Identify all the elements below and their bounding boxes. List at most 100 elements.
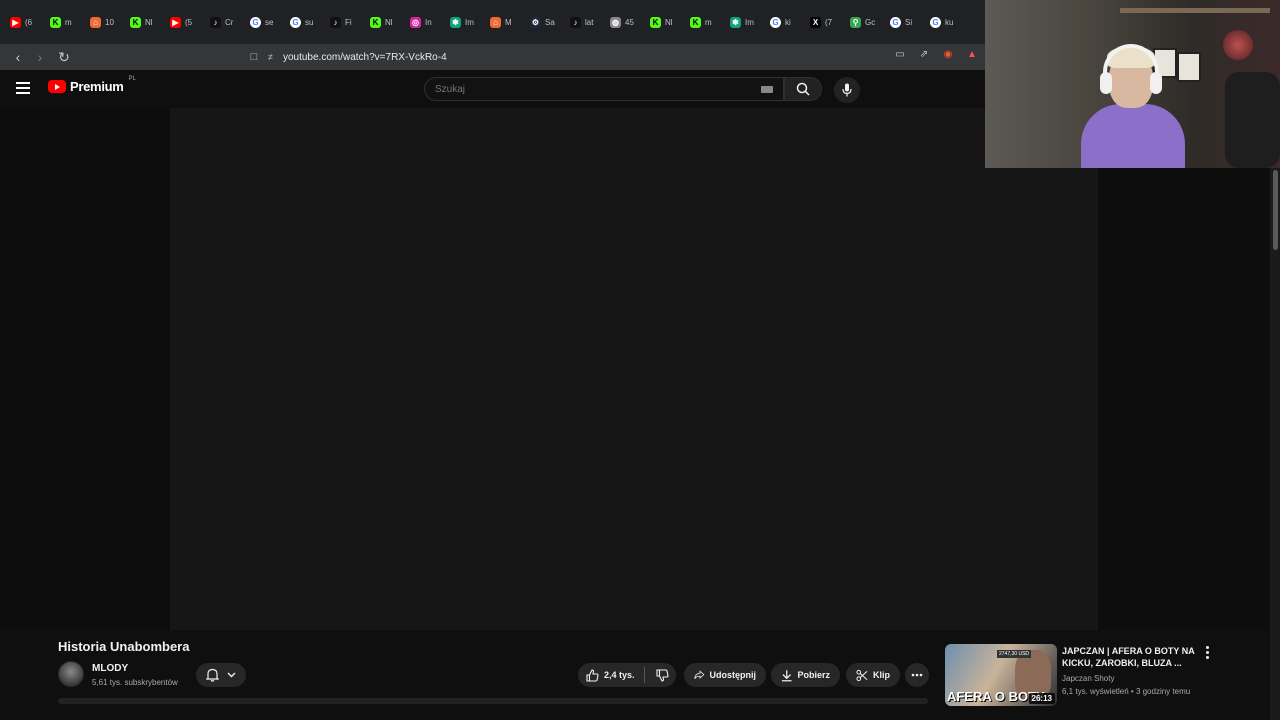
kick-icon: K [650,16,661,28]
recommended-video-thumbnail[interactable]: 2747,30 USD AFERA O BOTY 26:13 [945,644,1057,706]
clip-button[interactable]: Klip [846,663,900,687]
browser-tab-strip: ▶ (6 Km ⌂ 10 K Nl ▶ (5 ♪ Cr Gse Gsu ♪ Fi K Nl ◎ In ✱ Im ⌂ M ⚙ Sa… [0,0,985,44]
menu-icon[interactable] [16,82,32,96]
browser-tab[interactable]: ✱ Im [724,7,764,37]
webcam-shelf [1120,8,1270,13]
browser-tab[interactable]: ◎ In [404,7,444,37]
browser-tab[interactable]: K Nl [364,7,404,37]
browser-tab[interactable]: K Nl [124,7,164,37]
x-icon: X [810,16,821,28]
country-code: PL [128,75,136,82]
search-input[interactable] [435,83,735,95]
globe-icon: ◍ [610,16,621,28]
site-settings-icon[interactable]: ≠ [268,52,273,62]
browser-tab[interactable]: ♪ Fi [324,7,364,37]
browser-tab[interactable]: ⌂ M [484,7,524,37]
tiktok-icon: ♪ [570,16,581,28]
like-button[interactable]: 2,4 tys. [586,668,635,682]
browser-tab[interactable]: K Nl [644,7,684,37]
url-text: youtube.com/watch?v=7RX-VckRo-4 [282,51,447,63]
share-page-icon[interactable]: ⇗ [917,47,931,61]
logo-text: Premium [70,79,124,94]
browser-tab[interactable]: ▶ (6 [4,7,44,37]
browser-tab-label: m [705,17,712,27]
webcam-chair [1225,72,1280,168]
channel-avatar[interactable] [58,661,84,687]
browser-tab-label: ki [785,17,791,27]
reload-icon[interactable]: ↻ [54,47,74,67]
browser-tab[interactable]: Gsu [284,7,324,37]
browser-tab[interactable]: ♪ Cr [204,7,244,37]
youtube-icon: ▶ [170,16,181,28]
kick-icon: K [370,16,381,28]
google-icon: G [290,16,301,28]
thumbs-up-icon [586,668,599,682]
clip-label: Klip [873,670,890,680]
browser-tab[interactable]: Km [44,7,84,37]
search-button[interactable] [784,77,822,101]
video-details: Historia Unabombera MLODY 5,61 tys. subs… [0,630,1270,720]
address-bar-actions: ▭ ⇗ ◉ ▲ [893,47,979,61]
url-field[interactable]: ≠ youtube.com/watch?v=7RX-VckRo-4 [268,47,983,67]
browser-address-bar: ‹ › ↻ □ ≠ youtube.com/watch?v=7RX-VckRo-… [0,44,985,70]
browser-tab[interactable]: Gse [244,7,284,37]
description-box-edge [58,698,928,704]
browser-tab-label: Si [905,17,913,27]
browser-tab[interactable]: ⚙ Sa [524,7,564,37]
back-icon[interactable]: ‹ [8,47,28,67]
recommended-video[interactable]: 2747,30 USD AFERA O BOTY 26:13 JAPCZAN |… [945,644,1265,720]
chatgpt-icon: ✱ [450,16,461,28]
browser-tab[interactable]: Km [684,7,724,37]
thumbnail-price: 2747,30 USD [997,650,1032,658]
brave-rewards-icon[interactable]: ▲ [965,47,979,61]
browser-tab[interactable]: ▶ (5 [164,7,204,37]
forward-icon[interactable]: › [30,47,50,67]
video-frame[interactable] [170,108,1098,630]
browser-tab[interactable]: Gki [764,7,804,37]
browser-tab[interactable]: ✱ Im [444,7,484,37]
recommended-video-channel[interactable]: Japczan Shoty [1062,674,1114,683]
more-vertical-icon[interactable] [1203,646,1211,660]
browser-tab-label: 45 [625,17,634,27]
download-icon [781,669,792,681]
thumbs-down-icon[interactable] [655,668,669,682]
like-divider [643,667,645,683]
browser-tab-label: su [305,17,314,27]
browser-tab[interactable]: ♪ lat [564,7,604,37]
bell-icon [206,668,219,682]
download-button[interactable]: Pobierz [771,663,840,687]
more-actions-button[interactable] [905,663,929,687]
chatgpt-icon: ✱ [730,16,741,28]
voice-search-button[interactable] [834,77,860,103]
browser-tab-label: M [505,17,512,27]
subscriber-count: 5,61 tys. subskrybentów [92,678,178,687]
browser-tab[interactable]: G Si [884,7,924,37]
chevron-down-icon [227,672,236,678]
google-icon: G [890,16,901,28]
share-button[interactable]: Udostępnij [684,663,766,687]
keyboard-icon[interactable] [761,86,773,93]
youtube-premium-logo[interactable]: Premium PL [48,75,136,94]
cast-icon[interactable]: ▭ [893,47,907,61]
steam-icon: ⚙ [530,16,541,28]
home-icon: ⌂ [90,16,101,28]
browser-tab[interactable]: ⚲ Gc [844,7,884,37]
channel-name[interactable]: MLODY [92,663,128,674]
browser-tab-label: Cr [225,17,234,27]
recommended-video-title[interactable]: JAPCZAN | AFERA O BOTY NA KICKU, ZAROBKI… [1062,645,1200,669]
bookmark-icon[interactable]: □ [244,47,264,67]
browser-tab-label: lat [585,17,594,27]
browser-tab[interactable]: X (7 [804,7,844,37]
more-horizontal-icon [911,673,923,677]
search-box [424,77,784,101]
browser-tab[interactable]: ⌂ 10 [84,7,124,37]
scrollbar-thumb[interactable] [1273,170,1278,250]
video-player[interactable] [0,108,1270,630]
brave-shield-icon[interactable]: ◉ [941,47,955,61]
like-count: 2,4 tys. [604,670,635,680]
browser-tab[interactable]: ◍ 45 [604,7,644,37]
browser-tab-label: Sa [545,17,555,27]
browser-tab-label: Nl [665,17,673,27]
subscription-notifications-button[interactable] [196,663,246,687]
browser-tab[interactable]: Gku [924,7,964,37]
